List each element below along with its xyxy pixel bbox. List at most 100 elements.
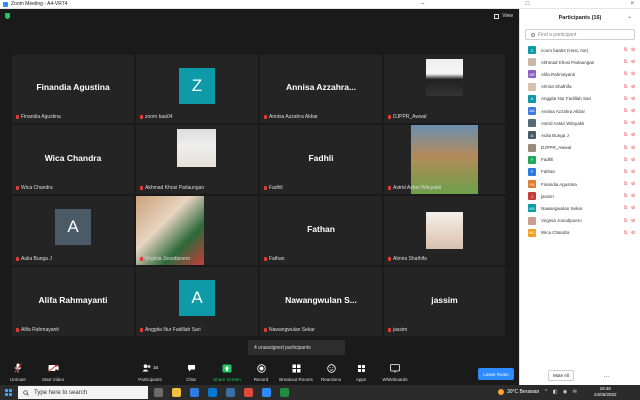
muted-mic-icon[interactable]: ⍉ [624, 193, 628, 199]
muted-mic-icon[interactable]: ⍉ [624, 71, 628, 77]
muted-mic-icon[interactable]: ⍉ [624, 96, 628, 102]
video-tile[interactable]: Alifa Rahmayanti Alifa Rahmayanti [12, 267, 134, 336]
participant-search-placeholder: Find a participant [538, 31, 577, 38]
muted-mic-icon[interactable]: ⍉ [624, 230, 628, 236]
video-tile[interactable]: A Aulia Bunga J [12, 196, 134, 265]
muted-mic-icon[interactable]: ⍉ [624, 145, 628, 151]
participant-row[interactable]: FA Finandia Agustina ⍉ ⊘ [520, 178, 640, 190]
muted-mic-icon[interactable]: ⍉ [624, 218, 628, 224]
participant-row[interactable]: A Aulia Bunga J ⍉ ⊘ [520, 129, 640, 141]
participant-search-input[interactable]: Find a participant [525, 29, 635, 40]
video-off-icon[interactable]: ⊘ [631, 181, 637, 187]
chrome-icon[interactable] [244, 388, 253, 397]
video-tile[interactable]: Zzoom baa04 [136, 55, 258, 123]
participant-row[interactable]: WC Wica Chandra ⍉ ⊘ [520, 227, 640, 239]
breakout-rooms-button[interactable]: Breakout Rooms [276, 363, 316, 382]
video-off-icon[interactable]: ⊘ [631, 71, 637, 77]
participant-row[interactable]: NS Nawangwulan Sekar ⍉ ⊘ [520, 202, 640, 214]
participant-row[interactable]: F Fadhli ⍉ ⊘ [520, 154, 640, 166]
video-tile[interactable]: Astrid Astari Wiloyakti [384, 125, 505, 194]
weather-widget[interactable]: 30°C Berawan [498, 389, 539, 395]
video-off-icon[interactable]: ⊘ [631, 157, 637, 163]
muted-mic-icon[interactable]: ⍉ [624, 120, 628, 126]
video-tile[interactable]: Virginia Josodipoero [136, 196, 258, 265]
muted-mic-icon[interactable]: ⍉ [624, 169, 628, 175]
muted-mic-icon[interactable]: ⍉ [624, 205, 628, 211]
view-button[interactable]: View [494, 13, 513, 19]
video-off-icon[interactable]: ⊘ [631, 47, 637, 53]
video-off-icon[interactable]: ⊘ [631, 108, 637, 114]
video-tile[interactable]: jassim jassim [384, 267, 505, 336]
participant-row[interactable]: Zzoom baa04 (Host, me) ⍉ ⊘ [520, 44, 640, 56]
whiteboards-button[interactable]: Whiteboards [375, 363, 415, 382]
video-tile[interactable]: Annisa Azzahra... Annisa Azzahra Akbar [260, 55, 382, 123]
video-tile[interactable]: Finandia Agustina Finandia Agustina [12, 55, 134, 123]
video-off-icon[interactable]: ⊘ [631, 205, 637, 211]
video-off-icon[interactable]: ⊘ [631, 59, 637, 65]
video-off-icon[interactable]: ⊘ [631, 145, 637, 151]
muted-mic-icon[interactable]: ⍉ [624, 181, 628, 187]
participant-row[interactable]: AR Alifa Rahmayanti ⍉ ⊘ [520, 68, 640, 80]
participant-row[interactable]: Astrid Astari Wiloyakti ⍉ ⊘ [520, 117, 640, 129]
excel-icon[interactable] [280, 388, 289, 397]
store-icon[interactable] [208, 388, 217, 397]
close-button[interactable]: × [630, 1, 634, 7]
maximize-button[interactable]: □ [526, 1, 530, 7]
participants-button[interactable]: 16 Participants [130, 363, 170, 382]
unassigned-participants-notice[interactable]: 4 unassigned participants [248, 340, 345, 355]
video-tile[interactable]: Nawangwulan S... Nawangwulan Sekar [260, 267, 382, 336]
taskbar-search-input[interactable]: Type here to search [18, 386, 148, 399]
security-shield-icon[interactable] [5, 13, 10, 19]
video-tile[interactable]: Fathan Fathan [260, 196, 382, 265]
video-off-icon[interactable]: ⊘ [631, 84, 637, 90]
muted-mic-icon[interactable]: ⍉ [624, 132, 628, 138]
muted-mic-icon[interactable]: ⍉ [624, 84, 628, 90]
video-off-icon[interactable]: ⊘ [631, 120, 637, 126]
view-label: View [502, 13, 513, 19]
video-tile[interactable]: A Anggita Nur Fadillah Sari [136, 267, 258, 336]
muted-mic-icon [16, 257, 19, 261]
participant-row[interactable]: AA Annisa Azzahra Akbar ⍉ ⊘ [520, 105, 640, 117]
video-tile[interactable]: Akhmad Khosi Parlaungan [136, 125, 258, 194]
tile-display-name: Fadhli [308, 152, 334, 163]
minimize-button[interactable]: – [421, 1, 424, 7]
panel-minimize-icon[interactable]: ⌄ [627, 13, 632, 20]
participant-row[interactable]: Akhmad Khosi Parlaungan ⍉ ⊘ [520, 56, 640, 68]
video-off-icon[interactable]: ⊘ [631, 230, 637, 236]
muted-mic-icon[interactable]: ⍉ [624, 157, 628, 163]
participant-row[interactable]: Almira Shathifa ⍉ ⊘ [520, 81, 640, 93]
edge-icon[interactable] [190, 388, 199, 397]
task-view-icon[interactable] [154, 388, 163, 397]
participant-row[interactable]: F Fathan ⍉ ⊘ [520, 166, 640, 178]
video-tile[interactable]: Fadhli Fadhli [260, 125, 382, 194]
participant-row[interactable]: Jjassim ⍉ ⊘ [520, 190, 640, 202]
file-explorer-icon[interactable] [172, 388, 181, 397]
record-button[interactable]: Record [241, 363, 281, 382]
mail-icon[interactable] [226, 388, 235, 397]
video-off-icon[interactable]: ⊘ [631, 96, 637, 102]
video-off-icon[interactable]: ⊘ [631, 169, 637, 175]
participant-row[interactable]: Virginia Josodipoero ⍉ ⊘ [520, 215, 640, 227]
start-video-button[interactable]: Start Video [33, 363, 73, 382]
muted-mic-icon[interactable]: ⍉ [624, 108, 628, 114]
participant-row[interactable]: DJPPR_Awwal ⍉ ⊘ [520, 142, 640, 154]
taskbar-clock[interactable]: 18:46 24/05/2022 [594, 386, 617, 398]
participant-row[interactable]: A Anggita Nur Fadillah Sari ⍉ ⊘ [520, 93, 640, 105]
muted-mic-icon[interactable]: ⍉ [624, 59, 628, 65]
leave-room-button[interactable]: Leave Room [478, 368, 514, 380]
muted-mic-icon[interactable]: ⍉ [624, 47, 628, 53]
windows-start-icon[interactable] [5, 389, 12, 396]
share-screen-icon [222, 363, 232, 373]
panel-more-button[interactable]: ... [604, 373, 609, 379]
chat-button[interactable]: Chat [171, 363, 211, 382]
video-off-icon[interactable]: ⊘ [631, 193, 637, 199]
tile-label-text: Annisa Azzahra Akbar [269, 114, 318, 120]
zoom-taskbar-icon[interactable] [262, 388, 271, 397]
video-tile[interactable]: Wica Chandra Wica Chandra [12, 125, 134, 194]
video-off-icon[interactable]: ⊘ [631, 218, 637, 224]
video-tile[interactable]: DJPPR_Awwal [384, 55, 505, 123]
video-tile[interactable]: Almira Shathifa [384, 196, 505, 265]
video-off-icon[interactable]: ⊘ [631, 132, 637, 138]
system-tray[interactable]: ^ ◧ ◉ ✉ [545, 389, 579, 395]
mute-all-button[interactable]: Mute All [548, 370, 574, 381]
